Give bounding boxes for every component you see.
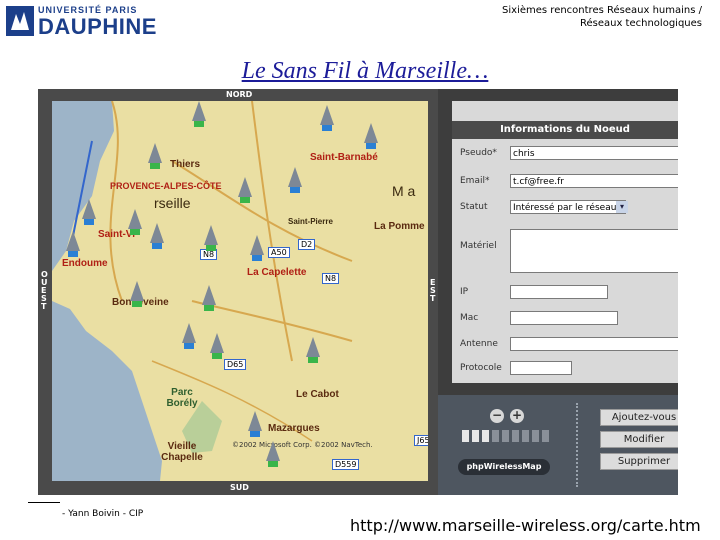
road-sign: D559	[332, 459, 360, 470]
node-tower-icon[interactable]	[250, 235, 264, 261]
map-copyright: ©2002 Microsoft Corp. ©2002 NavTech.	[232, 441, 373, 449]
materiel-label: Matériel	[460, 241, 497, 251]
footer-author: - Yann Boivin - CIP	[62, 509, 144, 519]
zoom-level-bar[interactable]	[462, 430, 469, 442]
node-tower-icon[interactable]	[150, 223, 164, 249]
node-tower-icon[interactable]	[364, 123, 378, 149]
node-tower-icon[interactable]	[82, 199, 96, 225]
add-node-button[interactable]: Ajoutez-vous	[600, 409, 678, 426]
zoom-level-bar[interactable]	[542, 430, 549, 442]
road-sign: D65	[224, 359, 247, 370]
place-label: Vieille Chapelle	[161, 441, 203, 463]
place-label: Mazargues	[268, 423, 320, 434]
compass-south[interactable]: SUD	[230, 483, 249, 492]
email-label: Email*	[460, 176, 490, 186]
node-tower-icon[interactable]	[320, 105, 334, 131]
email-input[interactable]: t.cf@free.fr	[510, 174, 678, 188]
zoom-level-bar[interactable]	[502, 430, 509, 442]
map-view[interactable]: Thiers Saint-Barnabé PROVENCE-ALPES-CÔTE…	[52, 101, 428, 481]
antenne-label: Antenne	[460, 339, 498, 349]
place-label: PROVENCE-ALPES-CÔTE	[110, 181, 222, 191]
place-label: Endoume	[62, 258, 108, 269]
node-form: Informations du Noeud Pseudo* chris Emai…	[452, 101, 678, 383]
statut-select[interactable]: Intéressé par le réseau	[510, 200, 626, 214]
zoom-level-bar[interactable]	[472, 430, 479, 442]
panel-controls: − + phpWirelessMap Ajoutez-vous Modifier…	[438, 395, 678, 495]
map-overlay-text: M a	[392, 183, 416, 199]
panel-title: Informations du Noeud	[452, 121, 678, 139]
pseudo-input[interactable]: chris	[510, 146, 678, 160]
materiel-textarea[interactable]	[510, 229, 678, 273]
protocole-label: Protocole	[460, 363, 502, 373]
dauphine-emblem-icon	[6, 6, 34, 36]
university-logo: UNIVERSITÉ PARIS DAUPHINE	[4, 4, 164, 39]
place-label: Parc Borély	[166, 387, 198, 409]
place-label: La Pomme	[374, 221, 425, 232]
node-tower-icon[interactable]	[238, 177, 252, 203]
pseudo-label: Pseudo*	[460, 148, 497, 158]
place-label: Saint-Barnabé	[310, 152, 378, 163]
compass-west[interactable]: OUEST	[41, 271, 49, 311]
node-tower-icon[interactable]	[182, 323, 196, 349]
node-tower-icon[interactable]	[66, 231, 80, 257]
road-sign: N8	[322, 273, 340, 284]
node-tower-icon[interactable]	[202, 285, 216, 311]
road-sign: J65	[414, 435, 428, 446]
phpwirelessmap-logo: phpWirelessMap	[458, 459, 550, 475]
place-label: Thiers	[170, 159, 201, 170]
node-tower-icon[interactable]	[148, 143, 162, 169]
zoom-level-bar[interactable]	[532, 430, 539, 442]
ip-input[interactable]	[510, 285, 608, 299]
map-frame: NORD SUD EST OUEST Thiers Saint-Barnabé …	[38, 89, 438, 495]
event-line-1: Sixièmes rencontres Réseaux humains /	[502, 5, 702, 16]
road-sign: D2	[298, 239, 316, 250]
compass-north[interactable]: NORD	[226, 90, 252, 99]
slide-title: Le Sans Fil à Marseille…	[241, 58, 489, 84]
node-tower-icon[interactable]	[306, 337, 320, 363]
node-tower-icon[interactable]	[130, 281, 144, 307]
zoom-level-bar[interactable]	[492, 430, 499, 442]
panel-divider	[576, 403, 581, 487]
delete-button[interactable]: Supprimer	[600, 453, 678, 470]
place-label: Le Cabot	[296, 389, 339, 400]
zoom-level-bar[interactable]	[522, 430, 529, 442]
place-label: Saint-Pierre	[288, 217, 333, 226]
zoom-out-icon[interactable]: −	[490, 409, 504, 423]
event-header: Sixièmes rencontres Réseaux humains / Ré…	[502, 4, 702, 30]
event-line-2: Réseaux technologiques	[579, 18, 702, 29]
node-tower-icon[interactable]	[288, 167, 302, 193]
compass-east[interactable]: EST	[430, 279, 438, 303]
footer-divider	[28, 502, 60, 503]
node-tower-icon[interactable]	[128, 209, 142, 235]
protocole-input[interactable]	[510, 361, 572, 375]
zoom-level-bar[interactable]	[512, 430, 519, 442]
statut-value: Intéressé par le réseau	[513, 203, 617, 213]
application-screenshot: NORD SUD EST OUEST Thiers Saint-Barnabé …	[38, 89, 678, 495]
place-label: La Capelette	[247, 267, 307, 278]
zoom-in-icon[interactable]: +	[510, 409, 524, 423]
node-tower-icon[interactable]	[204, 225, 218, 251]
node-tower-icon[interactable]	[210, 333, 224, 359]
mac-label: Mac	[460, 313, 479, 323]
mac-input[interactable]	[510, 311, 618, 325]
place-label: rseille	[154, 195, 191, 211]
statut-label: Statut	[460, 202, 488, 212]
node-tower-icon[interactable]	[192, 101, 206, 127]
ip-label: IP	[460, 287, 469, 297]
node-tower-icon[interactable]	[266, 441, 280, 467]
chevron-down-icon[interactable]: ▾	[616, 201, 628, 213]
node-info-panel: Informations du Noeud Pseudo* chris Emai…	[438, 89, 678, 495]
logo-dauphine-text: DAUPHINE	[38, 14, 157, 39]
node-tower-icon[interactable]	[248, 411, 262, 437]
modify-button[interactable]: Modifier	[600, 431, 678, 448]
road-sign: A50	[268, 247, 290, 258]
zoom-level-bar[interactable]	[482, 430, 489, 442]
antenne-input[interactable]	[510, 337, 678, 351]
footer-url: http://www.marseille-wireless.org/carte.…	[350, 516, 701, 535]
